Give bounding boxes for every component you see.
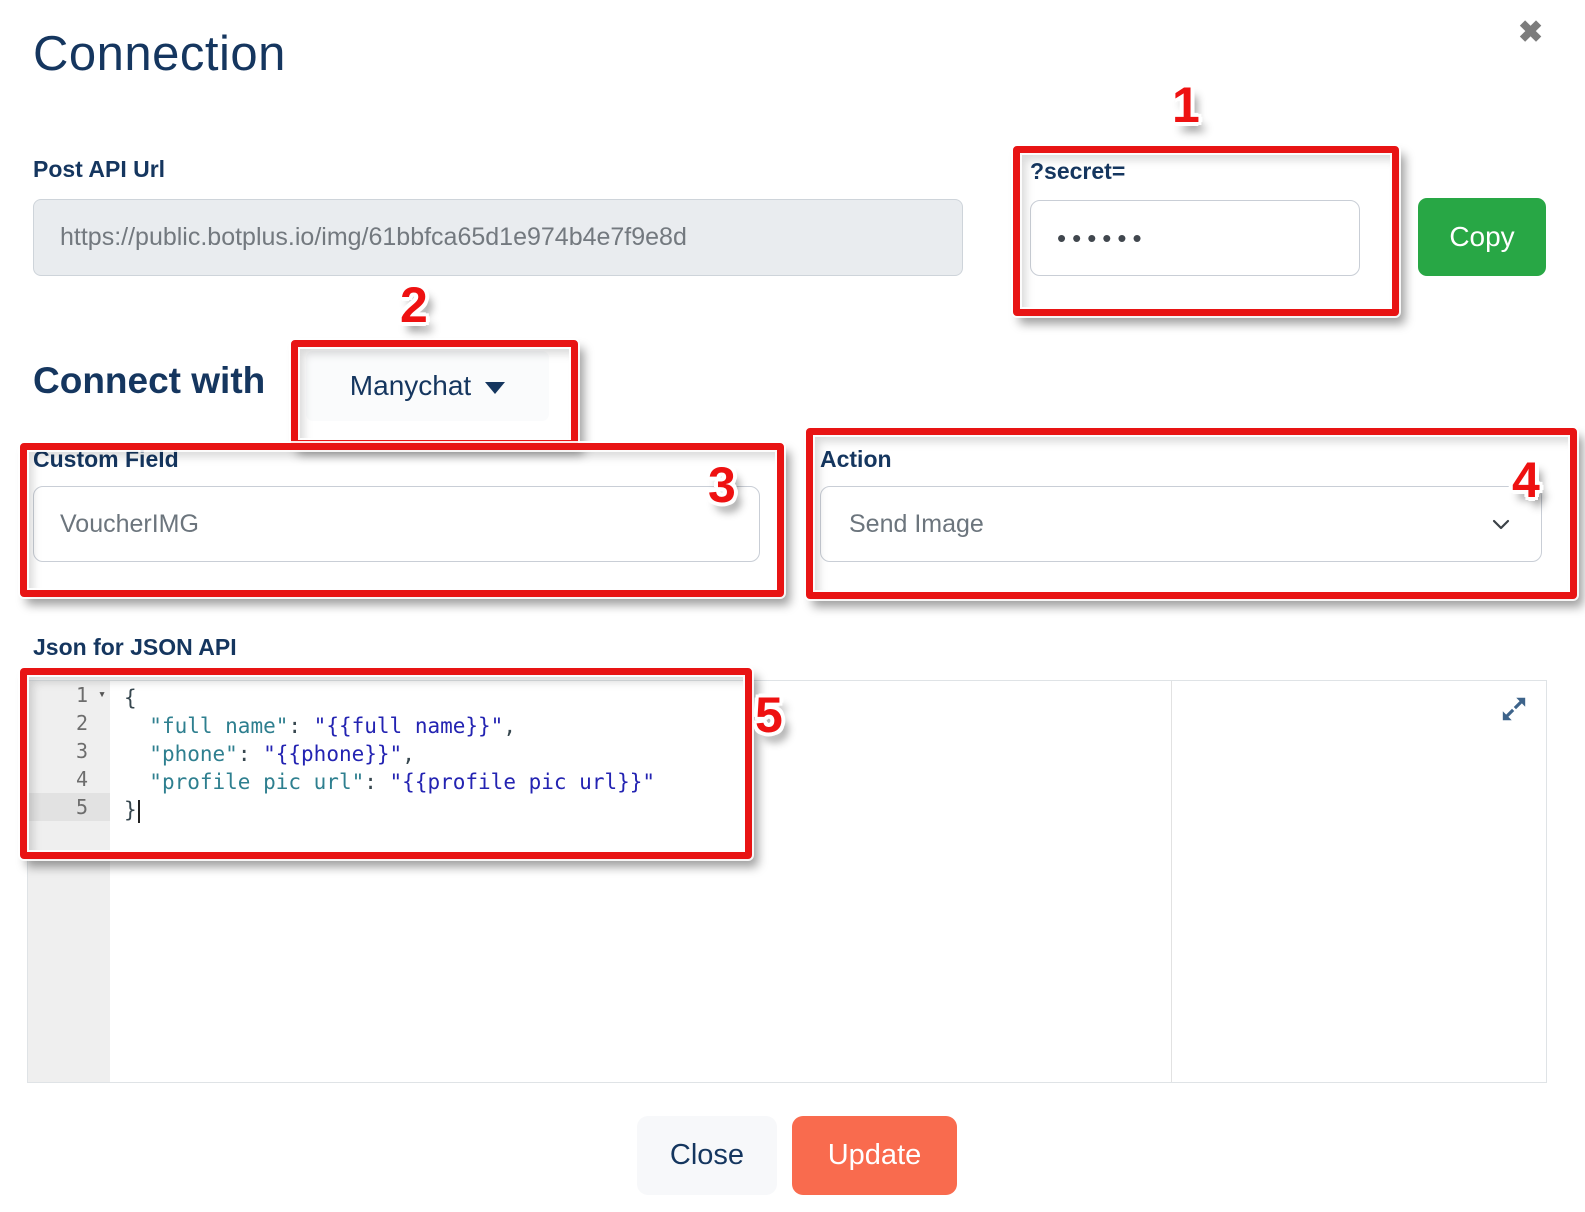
json-editor-gutter: 1▾2345 [28, 681, 110, 1082]
close-button[interactable]: Close [637, 1116, 777, 1195]
chevron-down-icon [1489, 512, 1513, 536]
json-editor-lines[interactable]: { "full name": "{{full name}}", "phone":… [124, 684, 655, 824]
gutter-line-number: 5 [28, 793, 110, 821]
json-api-label: Json for JSON API [33, 634, 237, 661]
fold-arrow-icon[interactable]: ▾ [98, 681, 106, 709]
gutter-line-number: 1▾ [28, 681, 110, 709]
code-token-str: "{{full name}}" [314, 714, 504, 738]
code-token-punct [124, 770, 149, 794]
post-api-url-label: Post API Url [33, 156, 165, 183]
connect-with-dropdown-value: Manychat [350, 370, 471, 402]
code-token-punct [124, 742, 149, 766]
code-token-key: "phone" [149, 742, 238, 766]
close-icon[interactable]: ✖ [1518, 18, 1543, 48]
editor-pane-divider [1171, 681, 1172, 1082]
code-line[interactable]: "phone": "{{phone}}", [124, 740, 655, 768]
code-token-str: "{{phone}}" [263, 742, 402, 766]
code-token-punct [124, 714, 149, 738]
code-token-punct: { [124, 686, 137, 710]
code-line[interactable]: "profile pic url": "{{profile pic url}}" [124, 768, 655, 796]
code-token-punct: : [238, 742, 263, 766]
text-cursor [138, 800, 140, 823]
update-button[interactable]: Update [792, 1116, 957, 1195]
gutter-line-number: 2 [28, 709, 110, 737]
secret-input[interactable] [1030, 200, 1360, 276]
annotation-number-1: 1 [1172, 80, 1200, 130]
page-title: Connection [33, 26, 286, 82]
code-line[interactable]: { [124, 684, 655, 712]
code-token-punct: , [503, 714, 516, 738]
code-token-punct: , [402, 742, 415, 766]
action-select-value: Send Image [849, 510, 984, 539]
code-token-str: "{{profile pic url}}" [390, 770, 656, 794]
custom-field-input[interactable] [33, 486, 760, 562]
code-line[interactable]: } [124, 796, 655, 824]
copy-button[interactable]: Copy [1418, 198, 1546, 276]
action-select[interactable]: Send Image [820, 486, 1542, 562]
annotation-number-2: 2 [400, 280, 428, 330]
caret-down-icon [485, 382, 505, 394]
action-label: Action [820, 446, 892, 473]
connect-with-label: Connect with [33, 360, 265, 402]
connection-modal: Connection ✖ Post API Url ?secret= Copy … [0, 0, 1585, 1212]
code-token-key: "profile pic url" [149, 770, 364, 794]
code-token-punct: } [124, 798, 137, 822]
secret-label: ?secret= [1030, 158, 1125, 185]
gutter-line-number: 3 [28, 737, 110, 765]
gutter-line-number: 4 [28, 765, 110, 793]
code-line[interactable]: "full name": "{{full name}}", [124, 712, 655, 740]
code-token-punct: : [364, 770, 389, 794]
connect-with-dropdown[interactable]: Manychat [306, 351, 549, 421]
code-token-key: "full name" [149, 714, 288, 738]
json-editor[interactable]: 1▾2345 { "full name": "{{full name}}", "… [27, 680, 1547, 1083]
expand-fullscreen-icon[interactable] [1498, 693, 1530, 725]
custom-field-label: Custom Field [33, 446, 179, 473]
post-api-url-input[interactable] [33, 199, 963, 276]
code-token-punct: : [288, 714, 313, 738]
